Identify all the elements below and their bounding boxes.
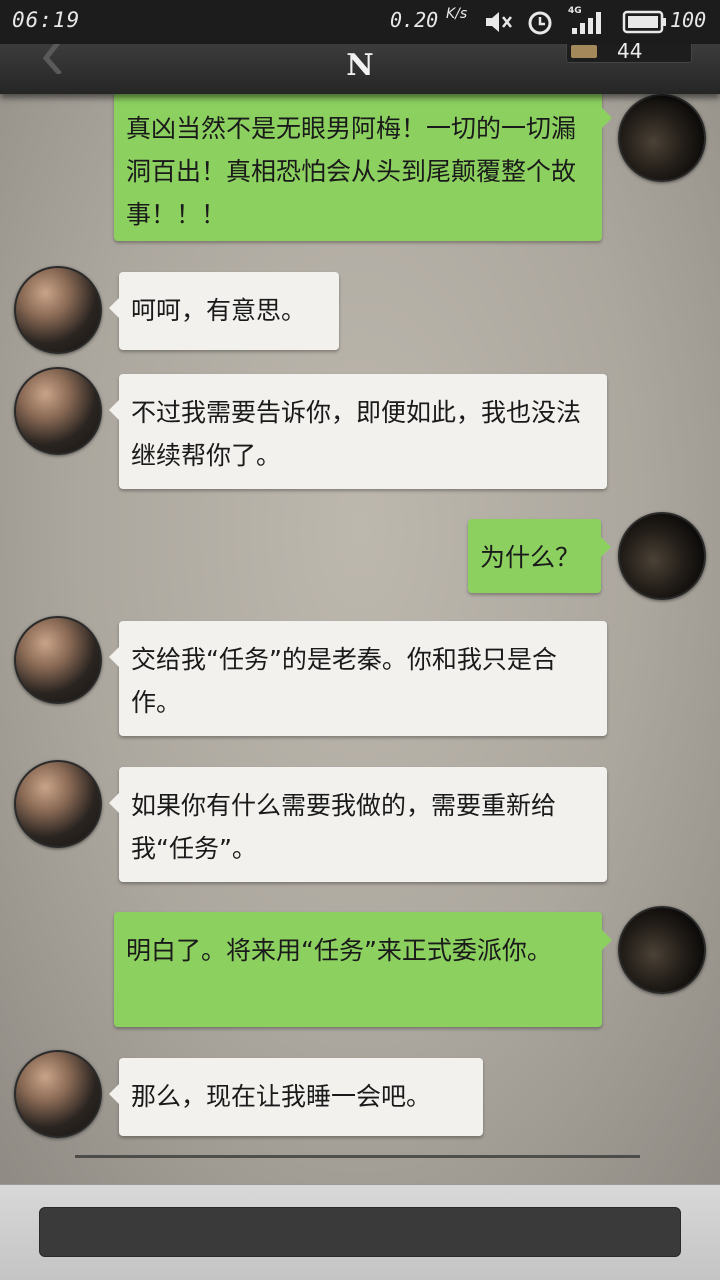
- message-text: 交给我“任务”的是老秦。你和我只是合作。: [131, 645, 557, 717]
- mute-icon: [486, 12, 512, 32]
- message-text: 明白了。将来用“任务”来正式委派你。: [126, 936, 552, 965]
- message-text: 那么，现在让我睡一会吧。: [131, 1082, 432, 1111]
- message-text: 呵呵，有意思。: [131, 296, 307, 325]
- contact-avatar[interactable]: [14, 266, 102, 354]
- message-bubble-incoming: 如果你有什么需要我做的，需要重新给我“任务”。: [109, 767, 607, 882]
- signal-icon: [572, 12, 601, 34]
- input-bar: [0, 1184, 720, 1280]
- contact-avatar[interactable]: [14, 367, 102, 455]
- message-bubble-incoming: 那么，现在让我睡一会吧。: [109, 1058, 483, 1136]
- message-bubble-outgoing: 真凶当然不是无眼男阿梅！一切的一切漏洞百出！真相恐怕会从头到尾颠覆整个故事！！！: [114, 94, 612, 241]
- message-bubble-outgoing: 明白了。将来用“任务”来正式委派你。: [114, 912, 612, 1027]
- message-input[interactable]: [39, 1207, 681, 1257]
- message-bubble-incoming: 交给我“任务”的是老秦。你和我只是合作。: [109, 621, 607, 736]
- envelope-icon: [571, 45, 597, 58]
- battery-icon: [622, 10, 666, 34]
- contact-avatar[interactable]: [14, 616, 102, 704]
- network-speed: 0.20: [390, 8, 439, 32]
- self-avatar[interactable]: [618, 906, 706, 994]
- alarm-icon: [528, 11, 552, 35]
- self-avatar[interactable]: [618, 94, 706, 182]
- network-speed-unit: K/s: [446, 6, 468, 22]
- message-bubble-outgoing: 为什么？: [468, 519, 611, 593]
- chat-area[interactable]: 真凶当然不是无眼男阿梅！一切的一切漏洞百出！真相恐怕会从头到尾颠覆整个故事！！！…: [0, 94, 720, 1184]
- message-text: 不过我需要告诉你，即便如此，我也没法继续帮你了。: [131, 398, 582, 470]
- message-bubble-incoming: 不过我需要告诉你，即便如此，我也没法继续帮你了。: [109, 374, 607, 489]
- self-avatar[interactable]: [618, 512, 706, 600]
- counter-value: 44: [617, 39, 643, 63]
- message-counter[interactable]: 44: [566, 39, 692, 63]
- contact-avatar[interactable]: [14, 760, 102, 848]
- status-time: 06:19: [12, 8, 81, 32]
- message-bubble-incoming: 呵呵，有意思。: [109, 272, 339, 350]
- message-text: 真凶当然不是无眼男阿梅！一切的一切漏洞百出！真相恐怕会从头到尾颠覆整个故事！！！: [126, 114, 577, 229]
- contact-avatar[interactable]: [14, 1050, 102, 1138]
- message-text: 如果你有什么需要我做的，需要重新给我“任务”。: [131, 791, 557, 863]
- battery-level: 100: [670, 8, 707, 32]
- message-text: 为什么？: [480, 543, 581, 572]
- status-bar: 06:19 0.20 K/s 4G 100: [0, 0, 720, 44]
- top-navigation-bar: N 44: [0, 39, 720, 94]
